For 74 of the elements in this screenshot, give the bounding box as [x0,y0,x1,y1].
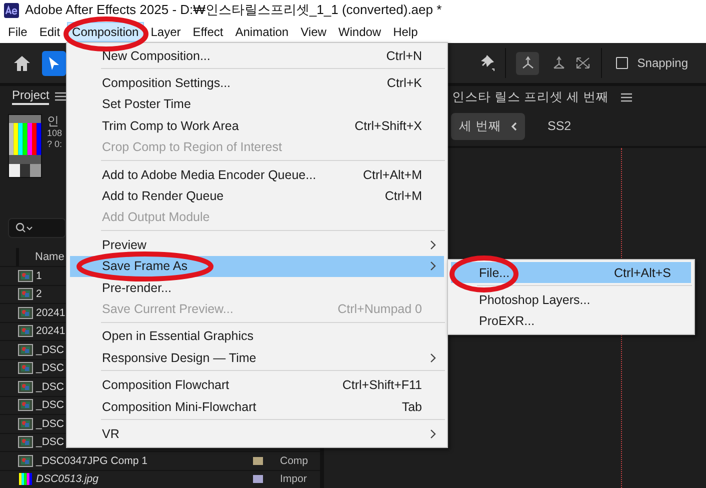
menu-icon[interactable] [55,92,66,100]
menu-item[interactable]: Window [333,22,386,42]
item-name[interactable]: 1 [36,270,42,282]
menu-item[interactable]: File... Ctrl+Alt+S [451,262,691,284]
menu-item[interactable]: Preview [70,234,444,256]
comp-info-text: 108 [47,128,62,139]
menu-item[interactable]: File [3,22,32,42]
composition-icon [18,436,33,448]
comp-tab[interactable]: 세 번째 [451,112,526,140]
search-field[interactable] [8,218,66,238]
search-icon [15,222,33,234]
menu-item[interactable]: New Composition... Ctrl+N [70,45,444,66]
comp-tab[interactable]: SS2 [539,114,580,138]
item-name[interactable]: _DSC [36,418,64,430]
selection-tool-button[interactable] [42,50,66,76]
comp-info-text: 인 [47,114,60,128]
menu-icon[interactable] [620,92,632,102]
item-type: Comp [280,454,308,467]
menu-item[interactable]: Save Frame As [70,256,444,277]
item-name[interactable]: 20241 [36,325,66,338]
item-name[interactable]: _DSC [36,362,64,374]
chevron-left-icon[interactable] [511,122,518,130]
menu-item[interactable]: Add to Adobe Media Encoder Queue... Ctrl+Alt+M [70,164,444,186]
menu-item[interactable]: Effect [188,22,228,42]
app-logo-icon [4,2,19,18]
item-name[interactable]: 20241 [36,306,66,319]
composition-icon [18,344,33,356]
composition-icon [18,325,33,338]
item-name[interactable]: DSC0513.jpg [36,473,98,486]
snapping-checkbox[interactable] [616,57,628,69]
menu-item[interactable]: Add to Render Queue Ctrl+M [70,185,444,207]
item-name[interactable]: _DSC [36,436,64,448]
axis-icon [520,56,535,70]
menu-item[interactable]: Layer [146,22,186,42]
menu-item[interactable]: Photoshop Layers... [451,289,691,311]
home-icon[interactable] [12,54,32,72]
composition-icon [18,306,33,319]
menu-item[interactable]: Open in Essential Graphics [70,326,444,348]
menu-item[interactable]: Trim Comp to Work Area Ctrl+Shift+X [70,115,444,137]
menu-item[interactable]: Set Poster Time [70,94,444,116]
cursor-icon [48,56,60,70]
window-title: Adobe After Effects 2025 - D:₩인스타릴스프리셋_1_1 (converted).aep * [25,1,442,19]
menu-item[interactable]: Responsive Design — Time [70,347,444,368]
menu-item[interactable]: Help [388,22,423,42]
composition-icon [18,454,33,467]
annotation-circle [449,255,519,293]
composition-icon [18,380,33,393]
footage-icon [18,473,33,486]
menu-item[interactable]: ProEXR... [451,310,691,332]
menu-item[interactable]: Edit [34,22,66,42]
item-name[interactable]: _DSC [36,380,64,393]
composition-icon [18,418,33,430]
menu-item[interactable]: Composition Settings... Ctrl+K [70,72,444,94]
menu-item[interactable]: Composition Flowchart Ctrl+Shift+F11 [70,374,444,396]
comp-info-text: ? 0: [47,139,62,150]
menu-item[interactable]: Pre-render... [70,276,444,298]
menu-item[interactable]: VR [70,423,444,445]
item-name[interactable]: _DSC0347JPG Comp 1 [36,454,148,467]
item-name[interactable]: 2 [36,288,42,300]
panel-title[interactable]: 인스타 릴스 프리셋 세 번째 [452,88,609,106]
menu-item[interactable]: View [296,22,332,42]
snapping-label: Snapping [637,56,688,70]
item-name[interactable]: _DSC [36,344,64,356]
world-axis-icon[interactable] [575,55,592,71]
composition-icon [18,288,33,300]
menu-item[interactable]: Composition Mini-Flowchart Tab [70,396,444,418]
menu-item[interactable]: Animation [230,22,294,42]
composition-icon [18,399,33,412]
panel-tab[interactable]: Project [12,88,50,104]
item-type: Impor [280,473,307,486]
composition-icon [18,270,33,282]
axis-tool-button[interactable] [516,52,540,74]
composition-icon [18,362,33,374]
item-name[interactable]: _DSC [36,399,64,412]
